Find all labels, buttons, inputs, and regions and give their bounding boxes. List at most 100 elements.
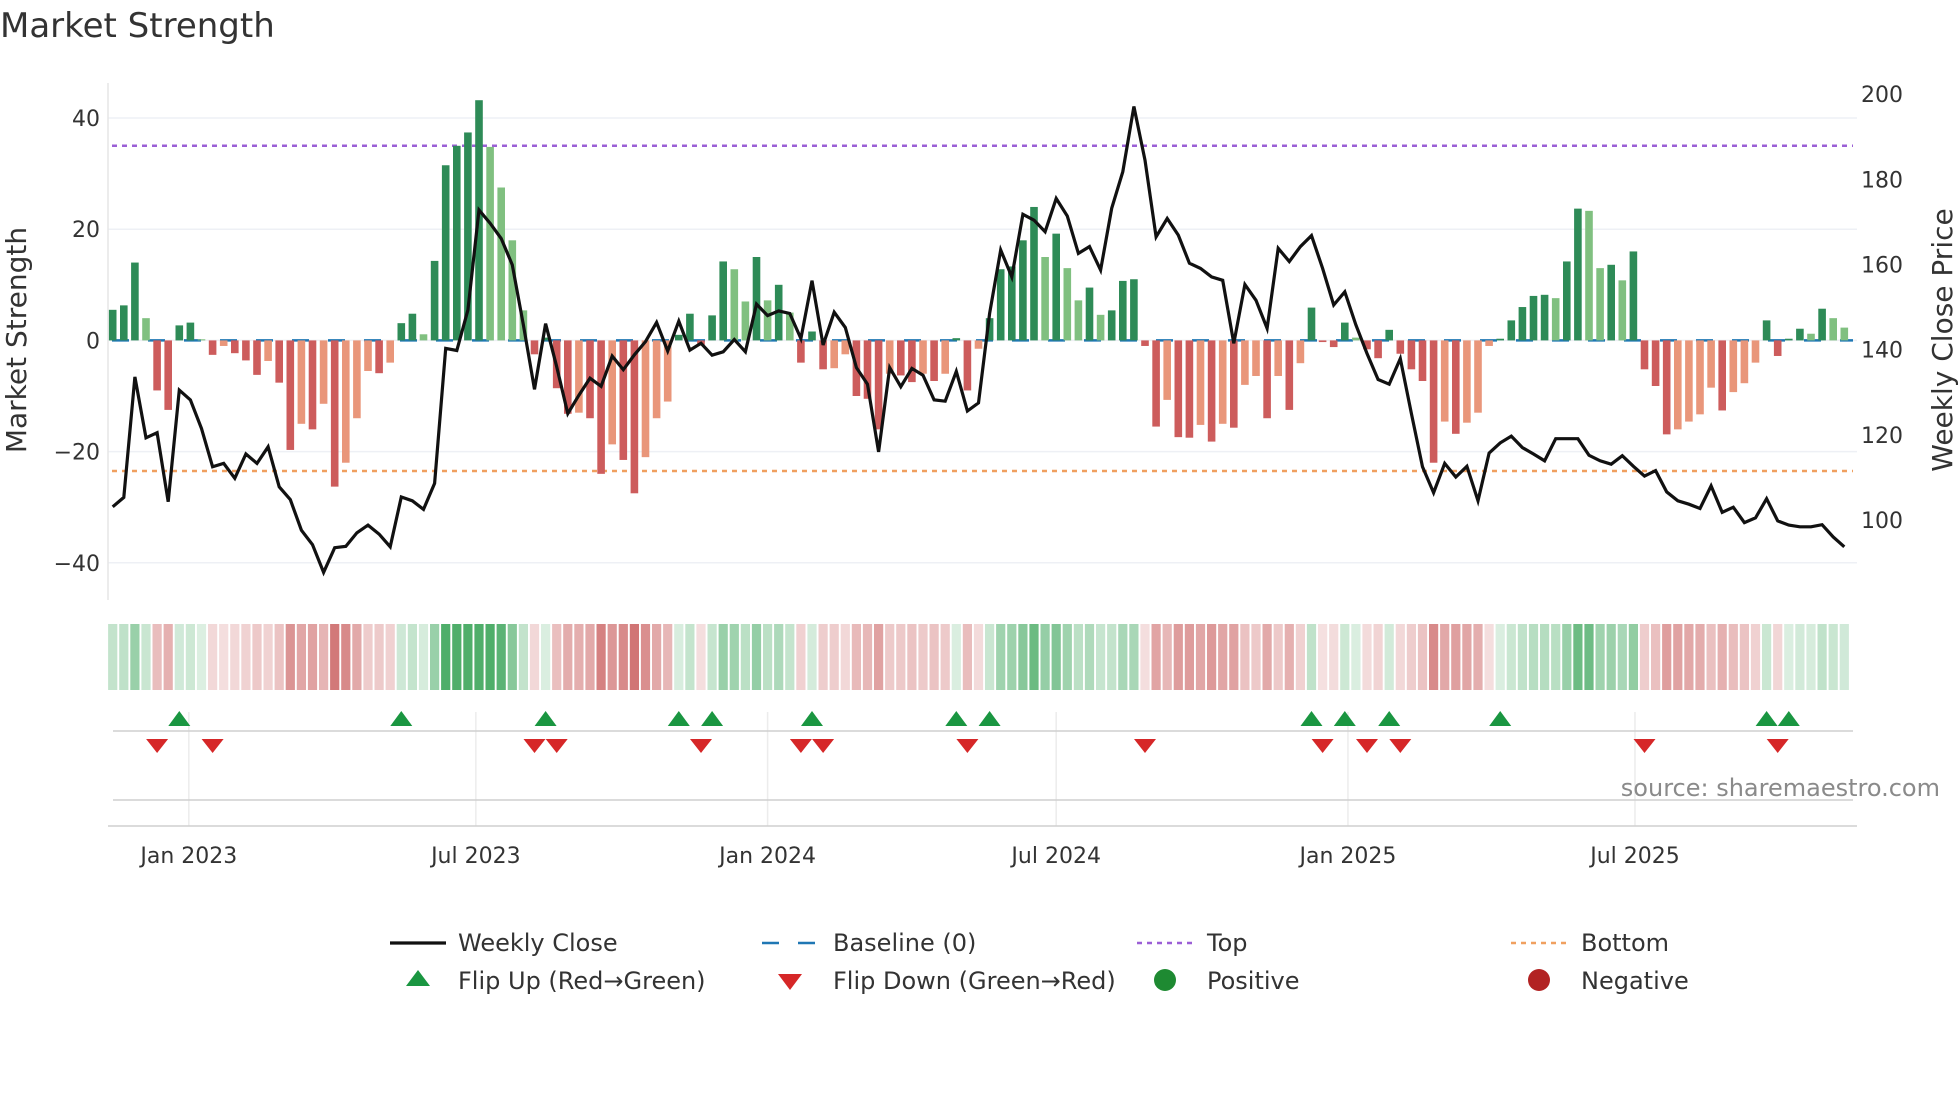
strength-bar	[974, 340, 983, 349]
strength-bar	[1829, 318, 1837, 341]
heatmap-cell	[574, 624, 584, 690]
strength-bar	[530, 340, 539, 355]
strength-bar	[253, 340, 261, 375]
x-tick-label: Jul 2023	[429, 844, 521, 869]
heatmap-cell	[874, 624, 884, 690]
heatmap-cell	[1207, 624, 1217, 690]
strength-bar	[120, 305, 128, 341]
flip-down-marker	[146, 739, 169, 753]
strength-bar	[808, 331, 816, 341]
strength-bar	[963, 340, 972, 391]
strength-bar	[142, 318, 150, 341]
heatmap-cell	[1462, 624, 1472, 690]
strength-bar	[1607, 264, 1615, 341]
strength-bar	[1585, 210, 1593, 341]
strength-bar	[1574, 208, 1582, 341]
strength-bar	[630, 340, 639, 494]
strength-bar	[1640, 340, 1649, 370]
heatmap-cell	[1240, 624, 1250, 690]
strength-bar	[1474, 340, 1482, 413]
strength-bar	[1418, 340, 1427, 381]
strength-bar	[430, 260, 439, 341]
heatmap-cell	[1584, 624, 1594, 690]
heatmap-cell	[707, 624, 717, 690]
strength-bar	[1718, 340, 1726, 411]
strength-bar	[1396, 340, 1405, 354]
heatmap-cell	[607, 624, 617, 690]
heatmap-cell	[1839, 624, 1849, 690]
heatmap-cell	[807, 624, 817, 690]
strength-bar	[1230, 340, 1238, 428]
y-axis-label: Market Strength	[0, 227, 33, 453]
heatmap-cell	[1451, 624, 1461, 690]
strength-bar	[897, 340, 905, 376]
strength-bar	[1818, 308, 1826, 341]
heatmap-cell	[219, 624, 229, 690]
heatmap-cell	[252, 624, 262, 690]
heatmap-cell	[1018, 624, 1028, 690]
heatmap-cell	[1406, 624, 1416, 690]
x-tick-label: Jan 2024	[717, 844, 816, 869]
flip-down-marker	[1633, 739, 1656, 753]
strength-bar	[1840, 327, 1849, 341]
strength-bar	[1507, 320, 1516, 341]
heatmap-cell	[185, 624, 195, 690]
heatmap-cell	[1673, 624, 1683, 690]
flip-up-marker	[1489, 711, 1512, 726]
heatmap-cell	[307, 624, 318, 690]
strength-bar	[1052, 233, 1060, 341]
strength-bar	[264, 340, 272, 361]
strength-bar	[1407, 340, 1416, 370]
heatmap-cell	[618, 624, 628, 690]
heatmap-cell	[1662, 624, 1672, 690]
strength-bar	[1385, 329, 1393, 341]
flip-down-marker	[1311, 739, 1334, 753]
heatmap-cell	[718, 624, 728, 690]
y2-axis-label: Weekly Close Price	[1926, 208, 1959, 471]
heatmap-cell	[1417, 624, 1428, 690]
flip-up-marker	[667, 711, 690, 726]
heatmap-cell	[1218, 624, 1228, 690]
right-tick-label: 100	[1861, 509, 1903, 534]
flip-up-marker	[168, 711, 191, 726]
heatmap-cell	[1395, 624, 1405, 690]
strength-bar	[1318, 340, 1327, 343]
strength-bar	[619, 340, 628, 460]
heatmap-cell	[552, 624, 562, 690]
heatmap-cell	[1229, 624, 1239, 690]
heatmap-cell	[1140, 624, 1150, 690]
strength-bar	[1518, 307, 1527, 341]
strength-bar	[1551, 298, 1560, 341]
heatmap-cell	[441, 624, 451, 690]
heatmap-cell	[1162, 624, 1172, 690]
legend-label: Positive	[1207, 967, 1300, 995]
strength-bar	[597, 340, 605, 474]
flip-up-marker	[1333, 711, 1356, 726]
strength-bar	[1751, 340, 1760, 363]
heatmap-cell	[818, 624, 828, 690]
strength-bar	[286, 340, 295, 450]
heatmap-cell	[918, 624, 928, 690]
strength-bar	[652, 340, 661, 419]
flip-down-marker	[789, 739, 812, 753]
heatmap-cell	[1717, 624, 1727, 690]
strength-bar	[1085, 287, 1094, 341]
heatmap-cell	[985, 624, 995, 690]
heatmap-cell	[1007, 624, 1017, 690]
heatmap-cell	[1562, 624, 1572, 690]
heatmap-cell	[1306, 624, 1317, 690]
flip-down-marker	[545, 739, 568, 753]
heatmap-cell	[951, 624, 961, 690]
strength-bar	[919, 340, 927, 374]
heatmap-cell	[518, 624, 528, 690]
flip-down-marker	[1356, 739, 1378, 753]
x-tick-label: Jul 2024	[1009, 844, 1101, 869]
heatmap-cell	[1262, 624, 1272, 690]
strength-bar	[297, 340, 306, 424]
heatmap-cell	[1495, 624, 1505, 690]
flip-up-marker	[701, 711, 724, 726]
heatmap-cell	[929, 624, 939, 690]
heatmap-cell	[1628, 624, 1638, 690]
heatmap-cell	[740, 624, 750, 690]
right-tick-label: 200	[1861, 83, 1903, 108]
